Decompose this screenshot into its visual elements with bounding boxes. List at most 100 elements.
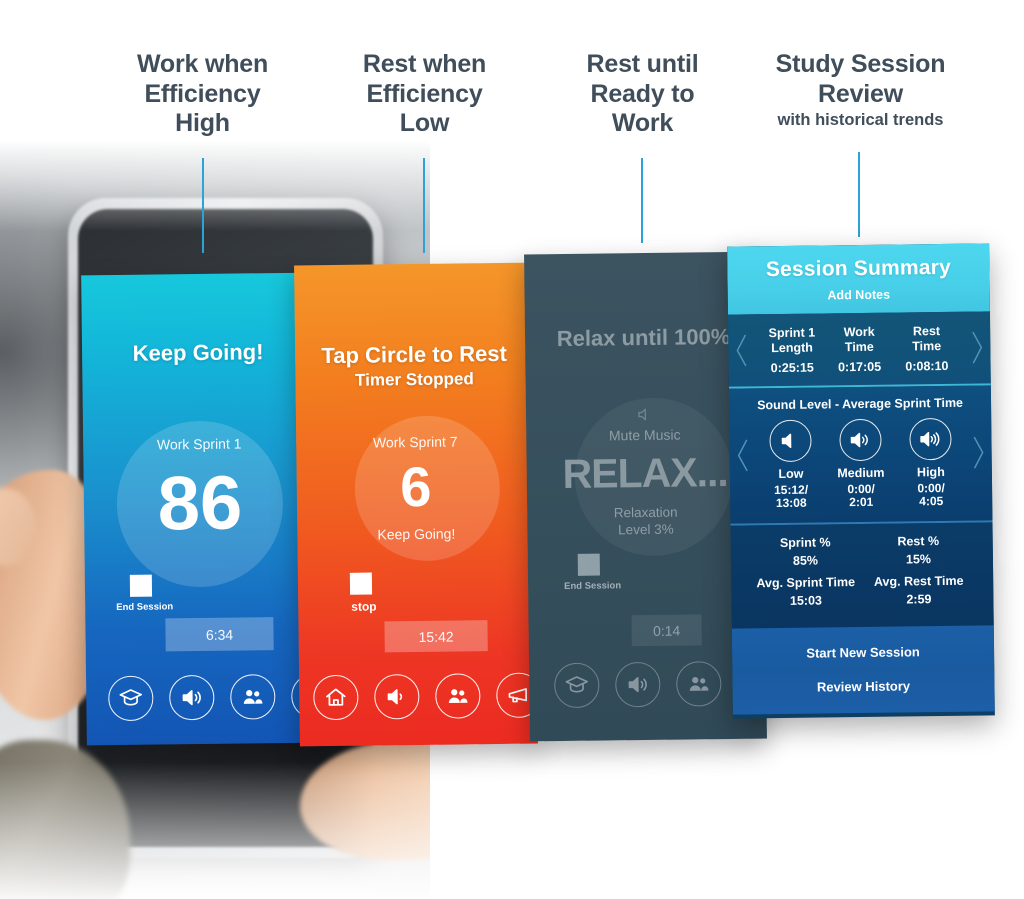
app-screen-work[interactable]: Keep Going! Work Sprint 1 86 End Session… [81, 272, 319, 746]
heading-3-line1: Rest until [586, 50, 699, 78]
add-notes-button[interactable]: Add Notes [728, 286, 990, 303]
avg-rest-time-value: 2:59 [906, 592, 932, 607]
screen1-end-session-checkbox[interactable] [129, 574, 153, 597]
heading-1-line3: High [175, 109, 230, 137]
sprint-percent-value: 85% [792, 553, 819, 568]
heading-2-line2: Efficiency [366, 79, 483, 108]
graduation-cap-icon[interactable] [108, 675, 154, 722]
sound-level-section: Sound Level - Average Sprint Time Low 15… [728, 384, 993, 526]
sound-high-label: High [916, 464, 945, 479]
sound-level-low[interactable]: Low 15:12/ 13:08 [755, 419, 826, 511]
screen1-sprint-label: Work Sprint 1 [156, 435, 242, 453]
heading-1: Work when Efficiency High [105, 50, 300, 139]
connector-line-2 [423, 158, 425, 253]
chevron-right-icon[interactable] [970, 330, 984, 364]
heading-4: Study Session Review with historical tre… [748, 50, 973, 130]
heading-4-subtitle: with historical trends [777, 111, 944, 129]
heading-1-line1: Work when [136, 50, 269, 78]
sprint-length-value: 0:25:15 [770, 360, 814, 375]
screen2-stop-checkbox[interactable] [349, 572, 373, 595]
sound-level-high[interactable]: High 0:00/ 4:05 [895, 417, 966, 509]
connector-line-4 [858, 152, 860, 237]
screen1-title: Keep Going! [132, 339, 264, 366]
screen3-timer: 0:14 [631, 614, 702, 647]
sound-high-value2: 4:05 [919, 494, 944, 509]
chevron-left-icon[interactable] [734, 333, 748, 367]
connector-line-3 [641, 158, 643, 243]
sound-medium-value2: 2:01 [849, 495, 874, 510]
sprint-length-head1: Sprint 1 [768, 325, 816, 341]
heading-2-line3: Low [399, 109, 450, 137]
sound-level-title: Sound Level - Average Sprint Time [757, 395, 964, 412]
screen3-end-session-checkbox[interactable] [577, 553, 600, 576]
heading-2-line1: Rest when [362, 50, 487, 78]
work-time-head1: Work [843, 324, 875, 340]
sprint-cell-rest: Rest Time 0:08:10 [893, 324, 961, 373]
mute-music-icon[interactable] [526, 404, 763, 426]
heading-3-line2: Ready to [590, 79, 695, 108]
screen1-end-session-label: End Session [116, 601, 174, 614]
summary-actions-section: Start New Session Review History [731, 625, 995, 715]
speaker-medium-icon[interactable] [839, 418, 882, 461]
sound-level-medium[interactable]: Medium 0:00/ 2:01 [825, 418, 896, 510]
rest-percent-label: Rest % [897, 534, 940, 549]
screen2-timer: 15:42 [384, 620, 488, 653]
review-history-button[interactable]: Review History [732, 674, 994, 698]
people-icon[interactable] [676, 661, 722, 707]
screen2-sprint-label: Work Sprint 7 [372, 433, 458, 451]
sprint-detail-section: Sprint 1 Length 0:25:15 Work Time 0:17:0… [727, 311, 991, 389]
screen3-mute-label[interactable]: Mute Music [526, 426, 763, 445]
speaker-low-icon[interactable] [769, 419, 812, 462]
app-screen-rest-prompt[interactable]: Tap Circle to Rest Timer Stopped Work Sp… [294, 262, 538, 747]
screen1-timer: 6:34 [165, 617, 274, 652]
chevron-left-icon[interactable] [735, 439, 749, 473]
sound-medium-value1: 0:00/ [847, 481, 875, 496]
summary-header: Session Summary Add Notes [727, 243, 990, 315]
graduation-cap-icon[interactable] [554, 662, 600, 709]
sound-level-row: Low 15:12/ 13:08 Medium 0:00/ 2:01 High … [755, 417, 966, 511]
screen3-level-line1: Relaxation [613, 504, 678, 521]
stat-sprint-percent: Sprint % 85% [749, 535, 862, 576]
sprint-cell-work: Work Time 0:17:05 [825, 325, 893, 374]
sound-low-label: Low [778, 466, 804, 481]
avg-sprint-time-value: 15:03 [789, 593, 823, 608]
home-icon[interactable] [313, 674, 359, 721]
stat-rest-percent: Rest % 15% [862, 534, 975, 575]
sound-medium-label: Medium [837, 465, 885, 480]
chevron-right-icon[interactable] [971, 436, 985, 470]
poster-canvas: Work when Efficiency High Rest when Effi… [0, 0, 1024, 899]
sound-low-value2: 13:08 [775, 495, 807, 511]
stat-avg-rest-time: Avg. Rest Time 2:59 [862, 574, 975, 615]
screen1-nav-row[interactable] [108, 673, 319, 722]
heading-1-line2: Efficiency [144, 79, 261, 108]
work-time-value: 0:17:05 [837, 359, 882, 374]
speaker-icon[interactable] [615, 661, 661, 708]
screen1-efficiency-value: 86 [157, 460, 243, 547]
screen3-end-session-label: End Session [564, 580, 622, 593]
sound-high-value1: 0:00/ [917, 480, 945, 495]
people-icon[interactable] [435, 673, 481, 719]
screen3-level-line2: Level 3% [618, 521, 674, 538]
heading-3-line3: Work [611, 109, 674, 137]
sprint-cell-length: Sprint 1 Length 0:25:15 [758, 325, 826, 375]
heading-4-line1: Study Session [775, 50, 946, 78]
speaker-icon[interactable] [169, 674, 215, 721]
app-screen-session-summary[interactable]: Session Summary Add Notes Sprint 1 Lengt… [727, 243, 995, 719]
rest-time-value: 0:08:10 [905, 358, 949, 373]
speaker-high-icon[interactable] [909, 417, 952, 460]
screen2-efficiency-value: 6 [399, 454, 432, 519]
connector-line-1 [202, 158, 204, 253]
screen3-title: Relax until 100% [556, 323, 731, 352]
heading-4-line2: Review [818, 79, 903, 108]
speaker-icon[interactable] [374, 673, 420, 720]
people-icon[interactable] [230, 674, 276, 720]
avg-rest-time-label: Avg. Rest Time [873, 573, 964, 589]
sprint-percent-label: Sprint % [779, 535, 831, 551]
rest-percent-value: 15% [905, 552, 932, 567]
summary-title: Session Summary [765, 255, 952, 282]
stats-grid: Sprint % 85% Rest % 15% Avg. Sprint Time… [749, 534, 976, 617]
start-new-session-button[interactable]: Start New Session [732, 640, 994, 664]
stat-avg-sprint-time: Avg. Sprint Time 15:03 [749, 575, 862, 616]
screen2-title: Tap Circle to Rest [321, 340, 508, 369]
screen2-nav-row[interactable] [313, 672, 538, 721]
